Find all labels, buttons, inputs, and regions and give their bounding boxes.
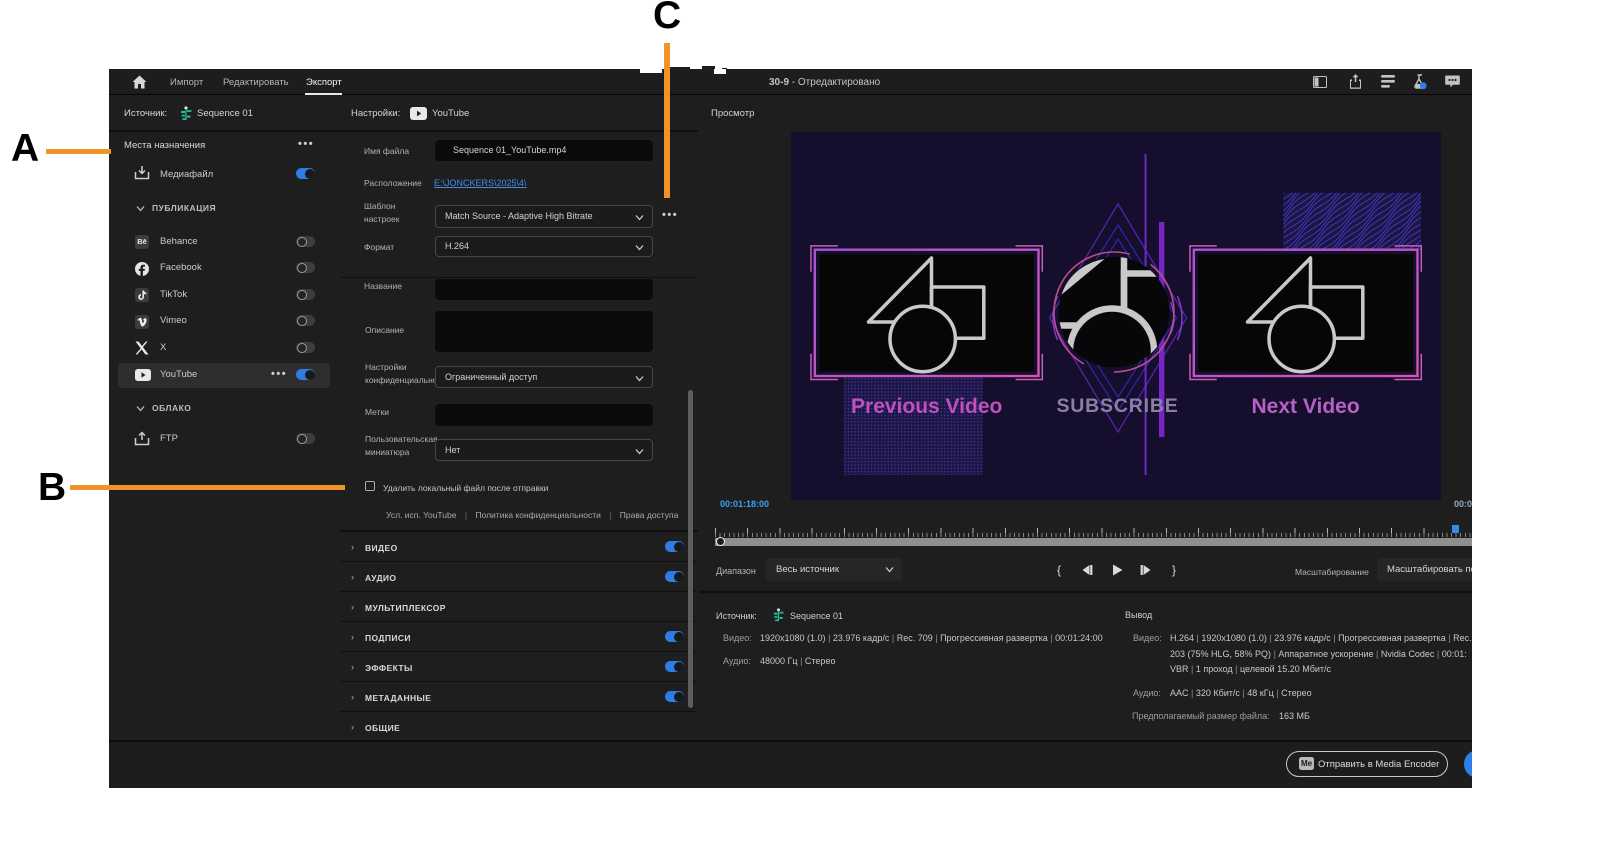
- svg-text:Next Video: Next Video: [1252, 395, 1360, 418]
- svg-text:SUBSCRIBE: SUBSCRIBE: [1056, 395, 1178, 417]
- svg-text:Previous Video: Previous Video: [851, 395, 1002, 418]
